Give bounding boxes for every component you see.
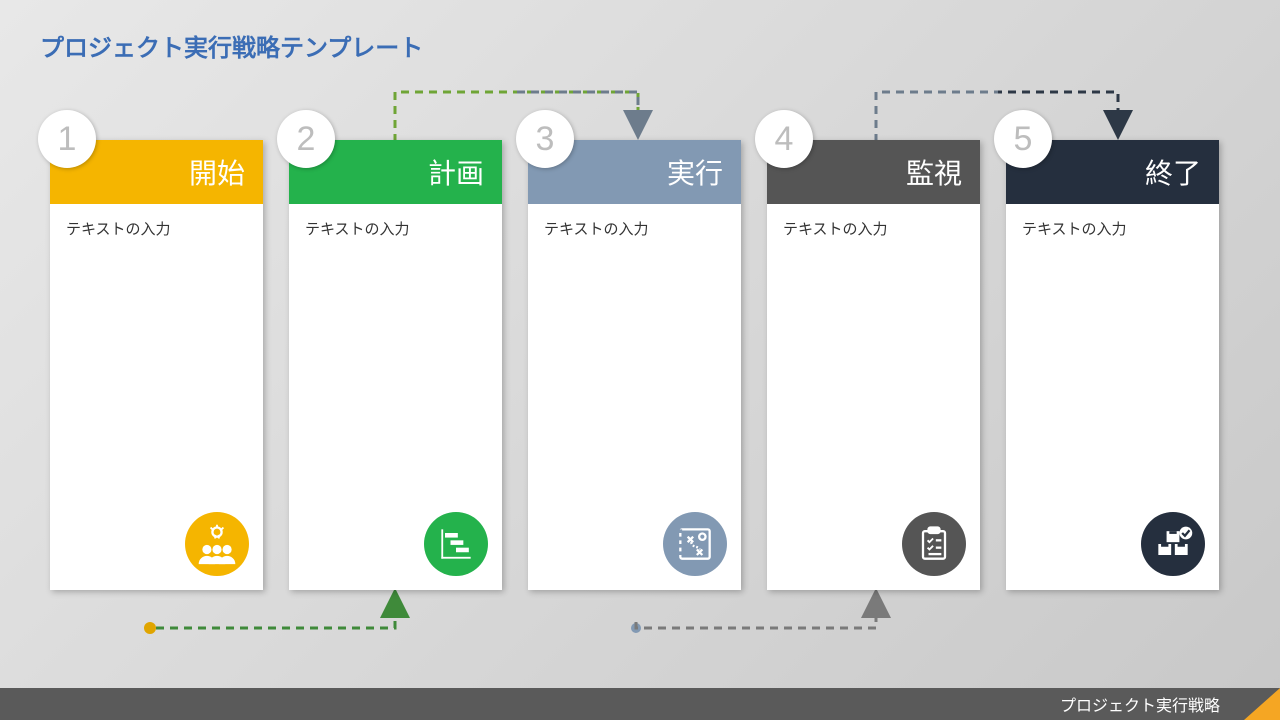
badge-number: 2 <box>277 110 335 168</box>
team-idea-icon <box>185 512 249 576</box>
badge-number: 5 <box>994 110 1052 168</box>
clipboard-icon <box>902 512 966 576</box>
card-body-text[interactable]: テキストの入力 <box>767 204 980 253</box>
footer-bar: プロジェクト実行戦略 <box>0 688 1280 720</box>
card-body-text[interactable]: テキストの入力 <box>1006 204 1219 253</box>
footer-accent <box>1244 688 1280 720</box>
badge-number: 3 <box>516 110 574 168</box>
card-body-text[interactable]: テキストの入力 <box>528 204 741 253</box>
boxes-check-icon <box>1141 512 1205 576</box>
card-row: 1 開始 テキストの入力 2 計画 テキストの入力 <box>50 140 1219 590</box>
card-close: 5 終了 テキストの入力 <box>1006 140 1219 590</box>
gantt-icon <box>424 512 488 576</box>
badge-number: 1 <box>38 110 96 168</box>
card-execute: 3 実行 テキストの入力 <box>528 140 741 590</box>
badge-number: 4 <box>755 110 813 168</box>
tactics-icon <box>663 512 727 576</box>
card-body-text[interactable]: テキストの入力 <box>50 204 263 253</box>
card-monitor: 4 監視 テキストの入力 <box>767 140 980 590</box>
card-plan: 2 計画 テキストの入力 <box>289 140 502 590</box>
card-body-text[interactable]: テキストの入力 <box>289 204 502 253</box>
page-title: プロジェクト実行戦略テンプレート <box>40 28 423 63</box>
card-start: 1 開始 テキストの入力 <box>50 140 263 590</box>
footer-text: プロジェクト実行戦略 <box>1060 692 1220 716</box>
